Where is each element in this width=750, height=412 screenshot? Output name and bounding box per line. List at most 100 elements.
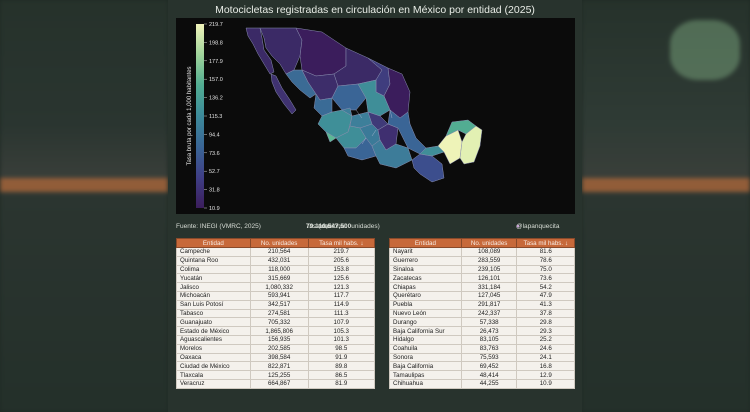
state-name: Tamaulipas (389, 370, 462, 380)
state-name: Estado de México (176, 326, 251, 336)
rate-value: 75.0 (516, 264, 575, 275)
table-row: Ciudad de México 822,871 89.8 (176, 361, 375, 372)
source-text: Fuente: INEGI (VMRC, 2025) (176, 223, 261, 230)
rate-value: 114.9 (307, 299, 375, 310)
table-row: Guerrero 283,559 78.6 (389, 255, 575, 266)
state-name: Nuevo León (389, 308, 462, 319)
rate-value: 81.9 (307, 378, 375, 389)
table-row: Michoacán 593,941 117.7 (176, 290, 375, 301)
rate-value: 121.3 (307, 282, 375, 292)
table-body-right: Nayarit 108,089 81.6 Guerrero 283,559 78.6 Sin… (389, 247, 575, 389)
table-row: Puebla 291,817 41.3 (389, 299, 575, 310)
state-name: Baja California (389, 361, 462, 372)
units-value: 108,089 (460, 247, 518, 257)
rates-table-left: Entidad No. unidades Tasa mil habs. ↓ Ca… (176, 238, 375, 389)
units-value: 26,473 (460, 326, 518, 336)
header-unidades: No. unidades (460, 238, 518, 248)
state-name: Tlaxcala (176, 370, 251, 380)
state-name: Baja California Sur (389, 326, 462, 336)
rate-value: 16.8 (516, 361, 575, 372)
rate-value: 101.3 (307, 334, 375, 345)
units-value: 593,941 (249, 290, 309, 301)
state-name: Tabasco (176, 308, 251, 319)
background-band (0, 178, 168, 192)
state-name: Guerrero (389, 255, 462, 266)
colorbar-label: Tasa bruta por cada 1,000 habitantes (187, 66, 193, 165)
table-row: Aguascalientes 156,935 101.3 (176, 334, 375, 345)
state-name: Sonora (389, 352, 462, 363)
table-row: San Luis Potosí 342,517 114.9 (176, 299, 375, 310)
units-value: 156,935 (249, 334, 309, 345)
state-name: Sinaloa (389, 264, 462, 275)
colorbar-ramp (196, 24, 204, 208)
rate-value: 89.8 (307, 361, 375, 372)
colorbar-tick-label: 73.6 (209, 151, 220, 157)
colorbar-tick-label: 94.4 (209, 132, 220, 138)
rate-value: 105.3 (307, 326, 375, 336)
state-name: Nayarit (389, 247, 462, 257)
units-value: 126,101 (460, 273, 518, 284)
national-suffix: unidades) (351, 223, 380, 230)
table-row: Morelos 202,585 98.5 (176, 343, 375, 354)
rate-value: 29.8 (516, 317, 575, 328)
infographic-card: Motocicletas registradas en circulación … (168, 0, 582, 412)
table-row: Baja California Sur 26,473 29.3 (389, 326, 575, 336)
units-value: 239,105 (460, 264, 518, 275)
state-name: Coahuila (389, 343, 462, 354)
units-value: 315,669 (249, 273, 309, 284)
state-name: Chihuahua (389, 378, 462, 389)
units-value: 210,564 (249, 247, 309, 257)
source-row: Fuente: INEGI (VMRC, 2025) Tasa nacional… (176, 223, 575, 233)
units-value: 127,045 (460, 290, 518, 301)
units-value: 242,337 (460, 308, 518, 319)
state-name: Durango (389, 317, 462, 328)
state-name: Veracruz (176, 378, 251, 389)
table-row: Sinaloa 239,105 75.0 (389, 264, 575, 275)
state-name: Michoacán (176, 290, 251, 301)
header-tasa: Tasa mil habs. ↓ (516, 238, 575, 248)
state-name: Zacatecas (389, 273, 462, 284)
units-value: 274,581 (249, 308, 309, 319)
rate-value: 219.7 (307, 247, 375, 257)
table-row: Zacatecas 126,101 73.6 (389, 273, 575, 284)
units-value: 44,255 (460, 378, 518, 389)
header-unidades: No. unidades (249, 238, 309, 248)
colorbar-tick-label: 198.8 (209, 40, 223, 46)
table-row: Oaxaca 398,584 91.9 (176, 352, 375, 363)
rate-value: 78.6 (516, 255, 575, 266)
table-row: Nuevo León 242,337 37.8 (389, 308, 575, 319)
table-row: Tlaxcala 125,255 86.5 (176, 370, 375, 380)
rate-value: 81.6 (516, 247, 575, 257)
state-name: Aguascalientes (176, 334, 251, 345)
table-row: Chihuahua 44,255 10.9 (389, 378, 575, 389)
colorbar-tick-label: 31.8 (209, 188, 220, 194)
rate-value: 117.7 (307, 290, 375, 301)
background-band (582, 178, 750, 192)
state-name: Morelos (176, 343, 251, 354)
mexico-map: 219.7 198.8 177.9 157.0 136.2 115.3 94.4 73.6 52… (187, 22, 483, 212)
units-value: 48,414 (460, 370, 518, 380)
units-value: 664,867 (249, 378, 309, 389)
table-row: Quintana Roo 432,031 205.6 (176, 255, 375, 266)
colorbar-tick-label: 177.9 (209, 59, 223, 65)
rate-value: 25.2 (516, 334, 575, 345)
units-value: 83,763 (460, 343, 518, 354)
colorbar-tick-label: 219.7 (209, 22, 223, 28)
table-row: Querétaro 127,045 47.9 (389, 290, 575, 301)
rate-value: 12.9 (516, 370, 575, 380)
rate-value: 10.9 (516, 378, 575, 389)
units-value: 432,031 (249, 255, 309, 266)
background-blur-right (582, 0, 750, 412)
units-value: 291,817 (460, 299, 518, 310)
rate-value: 111.3 (307, 308, 375, 319)
map-regions (245, 27, 483, 183)
table-row: Baja California 69,452 16.8 (389, 361, 575, 372)
units-value: 75,593 (460, 352, 518, 363)
colorbar-ticks: 219.7 198.8 177.9 157.0 136.2 115.3 94.4 73.6 52… (204, 22, 223, 212)
rate-value: 29.3 (516, 326, 575, 336)
colorbar-tick-label: 136.2 (209, 96, 223, 102)
state-name: Chiapas (389, 282, 462, 292)
table-row: Campeche 210,564 219.7 (176, 247, 375, 257)
credit-handle: @lapanquecita (516, 223, 560, 230)
units-value: 125,255 (249, 370, 309, 380)
